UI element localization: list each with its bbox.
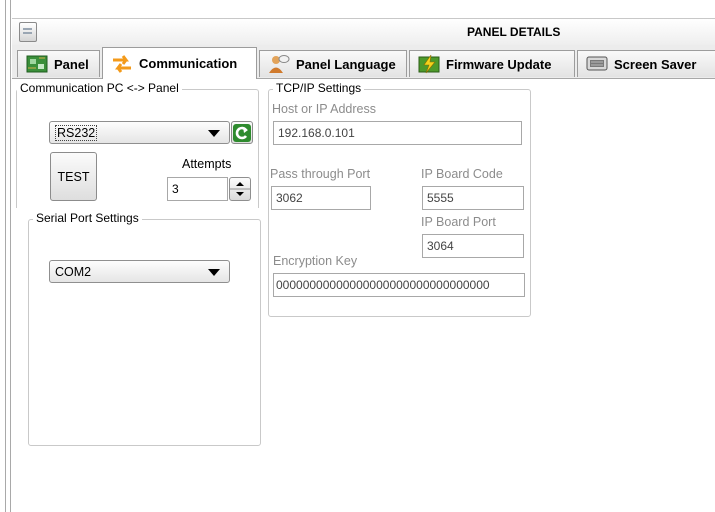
tab-label: Firmware Update	[446, 56, 552, 72]
encryption-key-label: Encryption Key	[273, 254, 358, 268]
serial-port-group: Serial Port Settings	[28, 211, 261, 446]
tab-label: Panel	[54, 56, 89, 72]
tab-screen-saver[interactable]: Screen Saver	[577, 50, 715, 77]
window-frame-inner	[10, 0, 11, 512]
test-button[interactable]: TEST	[50, 152, 97, 201]
spinner-arrows-icon	[230, 182, 250, 196]
com-port-select-value: COM2	[55, 264, 92, 279]
chevron-down-icon	[208, 130, 220, 137]
board-code-label: IP Board Code	[421, 167, 503, 181]
protocol-select-value: RS232	[55, 124, 98, 141]
tab-communication[interactable]: Communication	[102, 47, 257, 79]
title-bar: PANEL DETAILS	[12, 18, 715, 46]
attempts-label: Attempts	[182, 157, 232, 171]
refresh-icon	[233, 123, 251, 142]
chevron-down-icon	[208, 269, 220, 276]
tab-panel[interactable]: Panel	[17, 50, 100, 77]
tab-label: Communication	[139, 56, 238, 71]
window-title: PANEL DETAILS	[467, 25, 561, 39]
circuit-board-icon	[26, 55, 48, 73]
refresh-button[interactable]	[231, 121, 253, 144]
monitor-icon	[586, 56, 608, 71]
board-code-field[interactable]	[422, 186, 524, 210]
window-icon[interactable]	[19, 22, 37, 42]
communication-tab-content: Communication PC <-> Panel RS232 TEST At…	[12, 79, 715, 512]
tab-strip: Panel Communication Panel Language Firmw…	[12, 45, 715, 79]
tab-panel-language[interactable]: Panel Language	[259, 50, 407, 77]
tcpip-legend: TCP/IP Settings	[273, 81, 365, 95]
protocol-select[interactable]: RS232	[49, 121, 230, 144]
exchange-arrows-icon	[113, 54, 131, 73]
host-ip-field[interactable]	[273, 121, 522, 145]
tab-label: Panel Language	[296, 56, 396, 72]
pass-port-field[interactable]	[271, 186, 371, 210]
communication-group-legend: Communication PC <-> Panel	[17, 81, 182, 95]
person-speech-icon	[269, 55, 290, 73]
encryption-key-field[interactable]	[273, 273, 525, 297]
window-frame-left	[5, 0, 6, 512]
host-label: Host or IP Address	[272, 102, 376, 116]
tab-firmware-update[interactable]: Firmware Update	[409, 50, 575, 77]
attempts-spinner[interactable]	[229, 177, 251, 201]
pass-port-label: Pass through Port	[270, 167, 371, 181]
com-port-select[interactable]: COM2	[49, 260, 230, 283]
tab-label: Screen Saver	[614, 56, 697, 72]
lightning-chip-icon	[418, 54, 440, 74]
attempts-field[interactable]	[167, 177, 228, 201]
board-port-field[interactable]	[422, 234, 524, 258]
board-port-label: IP Board Port	[421, 215, 496, 229]
serial-port-legend: Serial Port Settings	[33, 211, 142, 225]
